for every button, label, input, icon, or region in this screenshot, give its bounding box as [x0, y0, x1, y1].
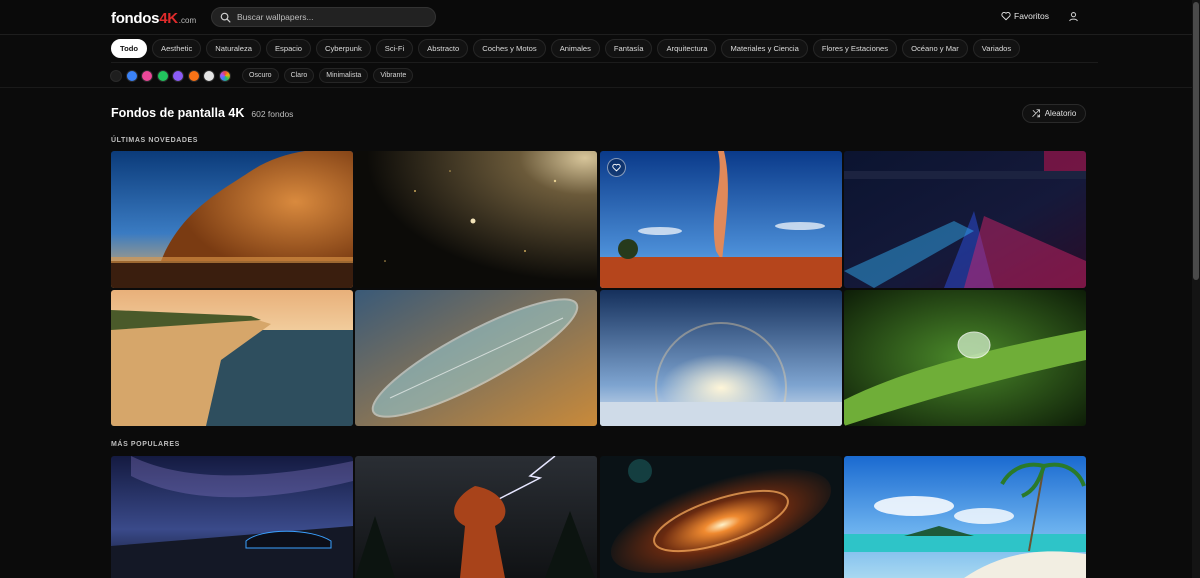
wallpaper-image-spiral-galaxy [600, 456, 842, 578]
logo-text-fondos: fondos [111, 10, 160, 27]
color-filter-swatch[interactable] [125, 69, 138, 82]
search-icon [220, 12, 231, 22]
wallpaper-image-lightning-tree [355, 456, 597, 578]
favorites-label: Favoritos [1014, 11, 1049, 21]
scrollbar-thumb[interactable] [1193, 2, 1199, 280]
wallpaper-card[interactable] [600, 151, 842, 288]
wallpaper-image-dust-storm [111, 151, 353, 288]
page-title: Fondos de pantalla 4K [111, 106, 245, 120]
category-chip[interactable]: Espacio [265, 39, 312, 58]
favorite-button[interactable] [607, 158, 626, 177]
color-filter-bar: Oscuro Claro Minimalista Vibrante [110, 68, 418, 83]
category-chip[interactable]: Todo [111, 39, 147, 58]
logo-text-4k: 4K [159, 10, 178, 27]
color-filter-swatch[interactable] [218, 69, 231, 82]
category-chip[interactable]: Fantasía [604, 39, 653, 58]
tone-filter-chip[interactable]: Vibrante [373, 68, 414, 83]
wallpaper-card[interactable] [355, 290, 597, 426]
section-label-latest: ÚLTIMAS NOVEDADES [111, 137, 199, 144]
shuffle-icon [1032, 109, 1040, 118]
section-label-popular: MÁS POPULARES [111, 441, 180, 448]
color-filter-swatch[interactable] [156, 69, 169, 82]
divider [0, 87, 1200, 88]
wallpaper-card[interactable] [844, 151, 1086, 288]
tone-filter-chip[interactable]: Claro [283, 68, 315, 83]
user-icon[interactable] [1068, 11, 1079, 22]
category-chip[interactable]: Aesthetic [152, 39, 202, 58]
category-chip[interactable]: Animales [550, 39, 600, 58]
wallpaper-card[interactable] [600, 290, 842, 426]
wallpaper-image-sun-halo [600, 290, 842, 426]
divider [111, 62, 1098, 63]
tone-filter-chip[interactable]: Oscuro [242, 68, 279, 83]
wallpaper-card[interactable] [600, 456, 842, 578]
wallpaper-image-diatom [355, 290, 597, 426]
wallpaper-count: 602 fondos [251, 109, 294, 119]
category-chip[interactable]: Flores y Estaciones [812, 39, 898, 58]
color-filter-swatch[interactable] [172, 69, 184, 82]
category-chip[interactable]: Sci-Fi [375, 39, 414, 58]
color-filter-swatch[interactable] [203, 69, 215, 82]
wallpaper-image-white-cliffs [111, 290, 353, 426]
wallpaper-image-fire-tornado [600, 151, 842, 288]
wallpaper-card[interactable] [111, 151, 353, 288]
random-button[interactable]: Aleatorio [1022, 104, 1086, 123]
category-chip[interactable]: Arquitectura [657, 39, 717, 58]
wallpaper-card[interactable] [844, 456, 1086, 578]
wallpaper-image-tropical-beach [844, 456, 1086, 578]
wallpaper-image-water-drop-fern [844, 290, 1086, 426]
top-header: fondos 4K .com Favoritos [0, 0, 1200, 35]
category-chip[interactable]: Cyberpunk [316, 39, 371, 58]
search-bar[interactable] [211, 7, 436, 27]
wallpaper-image-milky-way-car [111, 456, 353, 578]
wallpaper-image-cyberpunk-city [844, 151, 1086, 288]
category-bar: Todo Aesthetic Naturaleza Espacio Cyberpunk S… [111, 39, 1025, 59]
wallpaper-card[interactable] [111, 290, 353, 426]
category-chip[interactable]: Variados [972, 39, 1021, 58]
wallpaper-card[interactable] [844, 290, 1086, 426]
tone-filter-chip[interactable]: Minimalista [319, 68, 369, 83]
wallpaper-card[interactable] [111, 456, 353, 578]
color-filter-swatch[interactable] [141, 69, 153, 82]
category-chip[interactable]: Materiales y Ciencia [721, 39, 808, 58]
tone-filter-group: Oscuro Claro Minimalista Vibrante [242, 68, 418, 83]
favorites-link[interactable]: Favoritos [1001, 11, 1049, 21]
color-filter-swatch[interactable] [110, 69, 122, 82]
heart-icon [1001, 11, 1011, 21]
wallpaper-card[interactable] [355, 456, 597, 578]
wallpaper-card[interactable] [355, 151, 597, 288]
logo-text-com: .com [178, 16, 197, 25]
category-chip[interactable]: Naturaleza [206, 39, 261, 58]
category-chip[interactable]: Océano y Mar [902, 39, 968, 58]
page-heading: Fondos de pantalla 4K 602 fondos [111, 106, 293, 120]
search-input[interactable] [237, 12, 427, 22]
wallpaper-image-golden-particles [355, 151, 597, 288]
random-label: Aleatorio [1044, 109, 1077, 118]
site-logo[interactable]: fondos 4K .com [111, 9, 196, 27]
category-chip[interactable]: Coches y Motos [473, 39, 546, 58]
color-filter-swatch[interactable] [187, 69, 200, 82]
heart-icon [612, 163, 621, 172]
category-chip[interactable]: Abstracto [418, 39, 469, 58]
